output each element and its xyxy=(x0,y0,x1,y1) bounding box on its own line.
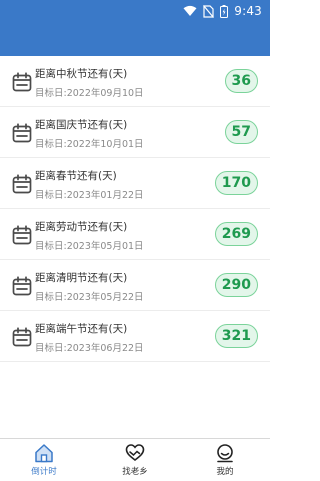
countdown-title: 距离国庆节还有(天) xyxy=(35,119,128,131)
calendar-icon xyxy=(12,123,32,143)
target-date: 目标日:2022年10月01日 xyxy=(35,139,144,150)
countdown-title: 距离春节还有(天) xyxy=(35,170,117,182)
target-date: 目标日:2022年09月10日 xyxy=(35,88,144,99)
countdown-list: 距离中秋节还有(天) 目标日:2022年09月10日 36 距离国庆节还有(天)… xyxy=(0,56,270,362)
days-badge: 170 xyxy=(214,171,258,195)
countdown-item[interactable]: 距离春节还有(天) 目标日:2023年01月22日 170 xyxy=(0,158,270,209)
target-date: 目标日:2023年06月22日 xyxy=(35,343,144,354)
tab-find-townsman[interactable]: 找老乡 xyxy=(105,443,165,477)
bottom-tab-bar: 倒计时 找老乡 我的 xyxy=(0,438,270,481)
countdown-title: 距离中秋节还有(天) xyxy=(35,68,128,80)
calendar-icon xyxy=(12,327,32,347)
home-icon xyxy=(14,443,74,463)
days-badge: 269 xyxy=(214,222,258,246)
countdown-title: 距离劳动节还有(天) xyxy=(35,221,128,233)
countdown-item[interactable]: 距离清明节还有(天) 目标日:2023年05月22日 290 xyxy=(0,260,270,311)
calendar-icon xyxy=(12,174,32,194)
countdown-title: 距离清明节还有(天) xyxy=(35,272,128,284)
countdown-title: 距离端午节还有(天) xyxy=(35,323,128,335)
calendar-icon xyxy=(12,72,32,92)
calendar-icon xyxy=(12,276,32,296)
profile-icon xyxy=(195,443,255,463)
heart-hands-icon xyxy=(105,443,165,463)
countdown-item[interactable]: 距离端午节还有(天) 目标日:2023年06月22日 321 xyxy=(0,311,270,362)
days-badge: 321 xyxy=(214,324,258,348)
calendar-icon xyxy=(12,225,32,245)
tab-countdown[interactable]: 倒计时 xyxy=(14,443,74,477)
wifi-icon xyxy=(183,5,197,17)
days-badge: 57 xyxy=(224,120,258,144)
target-date: 目标日:2023年01月22日 xyxy=(35,190,144,201)
tab-label: 找老乡 xyxy=(122,467,148,477)
tab-label: 倒计时 xyxy=(31,467,57,477)
tab-label: 我的 xyxy=(216,467,234,477)
days-badge: 36 xyxy=(224,69,258,93)
tab-mine[interactable]: 我的 xyxy=(195,443,255,477)
no-sim-icon xyxy=(203,4,215,18)
app-header: 9:43 xyxy=(0,0,270,56)
days-badge: 290 xyxy=(214,273,258,297)
target-date: 目标日:2023年05月22日 xyxy=(35,292,144,303)
countdown-item[interactable]: 距离劳动节还有(天) 目标日:2023年05月01日 269 xyxy=(0,209,270,260)
countdown-item[interactable]: 距离国庆节还有(天) 目标日:2022年10月01日 57 xyxy=(0,107,270,158)
status-time: 9:43 xyxy=(234,4,262,18)
target-date: 目标日:2023年05月01日 xyxy=(35,241,144,252)
status-bar: 9:43 xyxy=(183,2,262,20)
battery-icon xyxy=(220,4,229,18)
countdown-item[interactable]: 距离中秋节还有(天) 目标日:2022年09月10日 36 xyxy=(0,56,270,107)
